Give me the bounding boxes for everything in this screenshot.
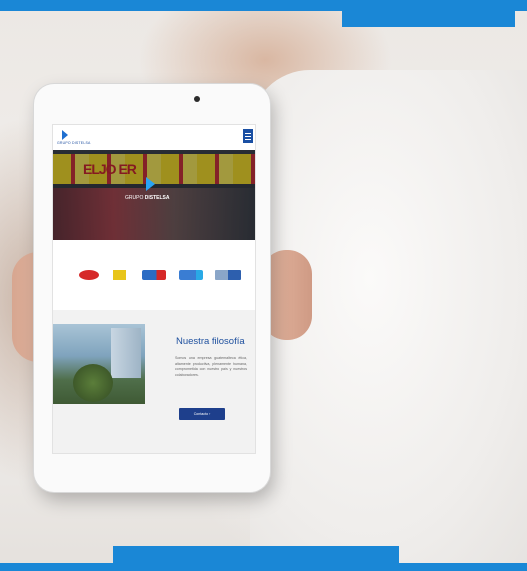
front-camera: [194, 96, 200, 102]
brand-logo-max[interactable]: [79, 270, 99, 280]
brand-logos: [53, 240, 255, 310]
building: [111, 328, 141, 378]
site-header: GRUPO DISTELSA: [53, 125, 255, 150]
philosophy-text: Somos una empresa guatemalteca ética, al…: [175, 356, 247, 377]
top-accent-tab: [342, 0, 515, 27]
philosophy-title: Nuestra filosofía: [176, 336, 245, 347]
tablet-device: GRUPO DISTELSA ELJO ER GRUPO DISTELSA Nu…: [34, 84, 270, 492]
hero-chevron-icon: [146, 177, 155, 191]
menu-button[interactable]: [243, 129, 253, 143]
contact-button[interactable]: Contacto ›: [179, 408, 225, 420]
website-screen: GRUPO DISTELSA ELJO ER GRUPO DISTELSA Nu…: [52, 124, 256, 454]
hero-logo-prefix: GRUPO: [125, 195, 145, 201]
hero-banner: ELJO ER GRUPO DISTELSA: [53, 150, 255, 240]
tree: [73, 364, 113, 402]
brand-logo-unicomer[interactable]: [179, 270, 203, 280]
philosophy-section: Nuestra filosofía Somos una empresa guat…: [53, 310, 255, 453]
hamburger-icon: [245, 133, 251, 134]
logo-chevron-icon[interactable]: [62, 130, 68, 140]
brand-logo-spirit[interactable]: [142, 270, 166, 280]
hero-logo-bold: DISTELSA: [144, 195, 170, 201]
site-logo-text[interactable]: GRUPO DISTELSA: [57, 141, 91, 145]
bottom-accent-tab: [113, 546, 399, 571]
brand-logo-tigo[interactable]: [215, 270, 241, 280]
building-photo: [53, 324, 145, 404]
hero-logo: GRUPO DISTELSA: [125, 195, 169, 201]
brand-logo-elektra[interactable]: [113, 270, 126, 280]
